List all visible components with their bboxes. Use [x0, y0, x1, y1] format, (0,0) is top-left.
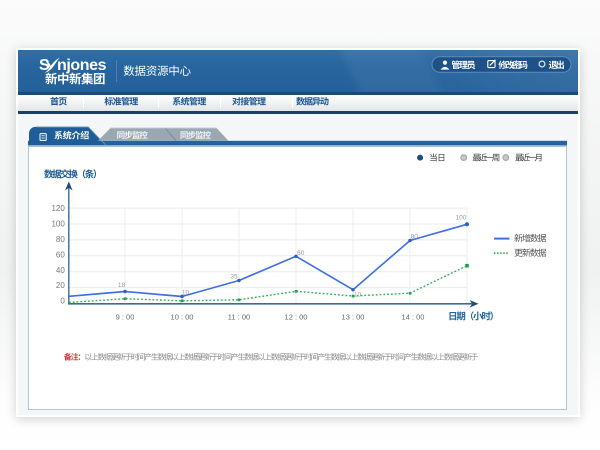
svg-text:12 : 00: 12 : 00	[285, 313, 308, 322]
svg-text:14 : 00: 14 : 00	[402, 313, 425, 322]
svg-text:S: S	[39, 57, 50, 74]
svg-text:20: 20	[56, 281, 65, 290]
svg-text:13 : 00: 13 : 00	[342, 313, 365, 322]
svg-text:18: 18	[118, 282, 126, 289]
svg-text:40: 40	[56, 266, 65, 275]
svg-text:80: 80	[56, 235, 65, 244]
svg-text:11 : 00: 11 : 00	[228, 313, 250, 322]
svg-text:10: 10	[182, 290, 190, 297]
svg-text:100: 100	[456, 215, 467, 222]
svg-text:120: 120	[51, 204, 65, 213]
svg-text:10: 10	[354, 291, 362, 298]
svg-text:60: 60	[56, 250, 65, 259]
svg-text:35: 35	[230, 273, 238, 280]
svg-text:0: 0	[60, 296, 65, 305]
svg-text:9 : 00: 9 : 00	[116, 313, 135, 322]
svg-text:njones: njones	[57, 57, 107, 74]
svg-text:80: 80	[411, 234, 419, 241]
svg-text:10 : 00: 10 : 00	[171, 313, 194, 322]
svg-text:100: 100	[51, 220, 65, 229]
svg-text:60: 60	[297, 250, 305, 257]
